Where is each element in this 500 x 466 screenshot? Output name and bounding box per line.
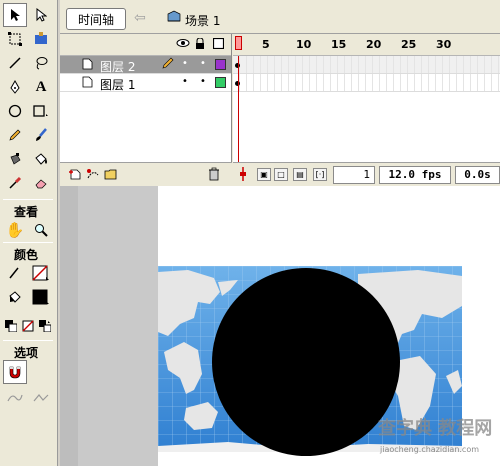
playhead-line (238, 56, 239, 162)
lock-icon[interactable] (195, 37, 205, 53)
frame-grid[interactable]: 1 5 10 15 20 25 30 (233, 34, 500, 162)
eyedropper-tool-icon[interactable] (3, 171, 27, 195)
smooth-icon[interactable] (3, 386, 27, 410)
option-tools (2, 360, 54, 384)
add-layer-icon[interactable] (68, 167, 82, 184)
fill-color-swatch[interactable] (29, 285, 53, 309)
timeline-panel: 时间轴 ⇦ 场景 1 图层 2 • • 图层 1 • • 5 10 15 20 … (60, 0, 500, 186)
fill-color-icon[interactable] (3, 285, 27, 309)
outline-icon[interactable] (212, 37, 225, 52)
straighten-icon[interactable] (29, 386, 53, 410)
ruler-label: 25 (401, 38, 417, 51)
subselect-tool-icon[interactable] (29, 3, 53, 27)
watermark: 查字典 教程网 jiaocheng.chazidian.com (378, 412, 500, 462)
options-section-label: 选项 (13, 346, 38, 360)
paint-bucket-tool-icon[interactable] (29, 147, 53, 171)
timeline-toggle-button[interactable]: 时间轴 (66, 8, 126, 30)
layer-page-icon (82, 76, 93, 91)
visibility-dot[interactable]: • (182, 58, 188, 69)
layer-row-2[interactable]: 图层 2 • • (60, 56, 231, 74)
no-color-icon[interactable] (20, 314, 35, 338)
ruler-label: 5 (262, 38, 270, 51)
lock-dot[interactable]: • (200, 76, 206, 87)
ruler-label: 15 (331, 38, 347, 51)
line-tool-icon[interactable] (3, 51, 27, 75)
frame-rate-field[interactable]: 12.0 fps (379, 166, 451, 184)
frame-ruler[interactable]: 1 5 10 15 20 25 30 (233, 34, 500, 56)
tools-panel: A 查看 ✋ 颜色 选项 (0, 0, 58, 466)
layer-color-swatch[interactable] (215, 59, 226, 70)
scene-name[interactable]: 场景 1 (185, 12, 220, 29)
layer-color-swatch[interactable] (215, 77, 226, 88)
layer-list: 图层 2 • • 图层 1 • • (60, 34, 232, 162)
separator (3, 340, 53, 341)
zoom-tool-icon[interactable] (29, 218, 53, 242)
lock-dot[interactable]: • (200, 58, 206, 69)
rectangle-tool-icon[interactable] (29, 99, 53, 123)
onion-outline-icon[interactable]: □ (274, 168, 288, 181)
stage[interactable]: 查字典 教程网 jiaocheng.chazidian.com (158, 186, 500, 466)
brush-tool-icon[interactable] (29, 123, 53, 147)
snap-magnet-icon[interactable] (3, 360, 27, 384)
layer-list-header (60, 34, 231, 56)
layer-name: 图层 1 (100, 78, 136, 92)
frame-row-layer-2[interactable] (233, 56, 500, 74)
add-folder-icon[interactable] (104, 167, 118, 184)
elapsed-time-field: 0.0s (455, 166, 500, 184)
ruler-label: 10 (296, 38, 312, 51)
eye-icon[interactable] (176, 38, 190, 51)
layer-page-icon (82, 58, 93, 73)
scene-icon (166, 9, 182, 27)
separator (3, 242, 53, 243)
layer-name: 图层 2 (100, 60, 136, 74)
swap-colors-icon[interactable] (37, 314, 52, 338)
add-guide-layer-icon[interactable] (86, 167, 100, 184)
ruler-label: 30 (436, 38, 452, 51)
modify-onion-markers-icon[interactable]: [·] (313, 168, 327, 181)
watermark-logo: 查字典 教程网 (378, 418, 493, 439)
stroke-color-swatch[interactable] (29, 261, 53, 285)
onion-skin-icon[interactable]: ▣ (257, 168, 271, 181)
ink-bottle-tool-icon[interactable] (3, 147, 27, 171)
layer-row-1[interactable]: 图层 1 • • (60, 74, 231, 92)
watermark-url: jiaocheng.chazidian.com (380, 445, 480, 454)
flash-app: A 查看 ✋ 颜色 选项 时间轴 ⇦ 场景 1 图层 2 • • 图层 1 • … (0, 0, 500, 466)
color-mode-tools (2, 314, 54, 338)
playhead[interactable] (235, 36, 242, 50)
arrow-tool-icon[interactable] (3, 3, 27, 27)
hand-tool-icon[interactable]: ✋ (3, 218, 27, 242)
default-colors-icon[interactable] (3, 314, 18, 338)
stage-area: 查字典 教程网 jiaocheng.chazidian.com (60, 186, 500, 466)
lasso-tool-icon[interactable] (29, 51, 53, 75)
visibility-dot[interactable]: • (182, 76, 188, 87)
separator (3, 199, 53, 200)
delete-layer-icon[interactable] (208, 167, 220, 184)
back-arrow-icon[interactable]: ⇦ (134, 10, 146, 26)
frame-row-layer-1[interactable] (233, 74, 500, 92)
center-frame-icon[interactable] (239, 167, 247, 184)
fill-transform-tool-icon[interactable] (29, 27, 53, 51)
edit-multiple-frames-icon[interactable]: ▤ (293, 168, 307, 181)
pen-tool-icon[interactable] (3, 75, 27, 99)
ruler-label: 20 (366, 38, 382, 51)
view-tools: ✋ (2, 218, 54, 242)
stroke-color-icon[interactable] (3, 261, 27, 285)
pencil-tool-icon[interactable] (3, 123, 27, 147)
text-tool-icon[interactable]: A (29, 75, 53, 99)
oval-tool-icon[interactable] (3, 99, 27, 123)
layer-toolbar (60, 162, 232, 186)
work-area: 查字典 教程网 jiaocheng.chazidian.com (78, 186, 500, 466)
color-tools (2, 261, 54, 309)
black-circle-shape[interactable] (212, 268, 400, 456)
pencil-icon (162, 57, 174, 72)
timeline-toolbar: 时间轴 ⇦ 场景 1 (60, 0, 500, 34)
drawing-tools: A (2, 3, 54, 195)
eraser-tool-icon[interactable] (29, 171, 53, 195)
free-transform-tool-icon[interactable] (3, 27, 27, 51)
frame-status-bar: ▣ □ ▤ [·] 1 12.0 fps 0.0s (233, 162, 500, 186)
current-frame-field[interactable]: 1 (333, 166, 375, 184)
option-tools-disabled (2, 386, 54, 410)
